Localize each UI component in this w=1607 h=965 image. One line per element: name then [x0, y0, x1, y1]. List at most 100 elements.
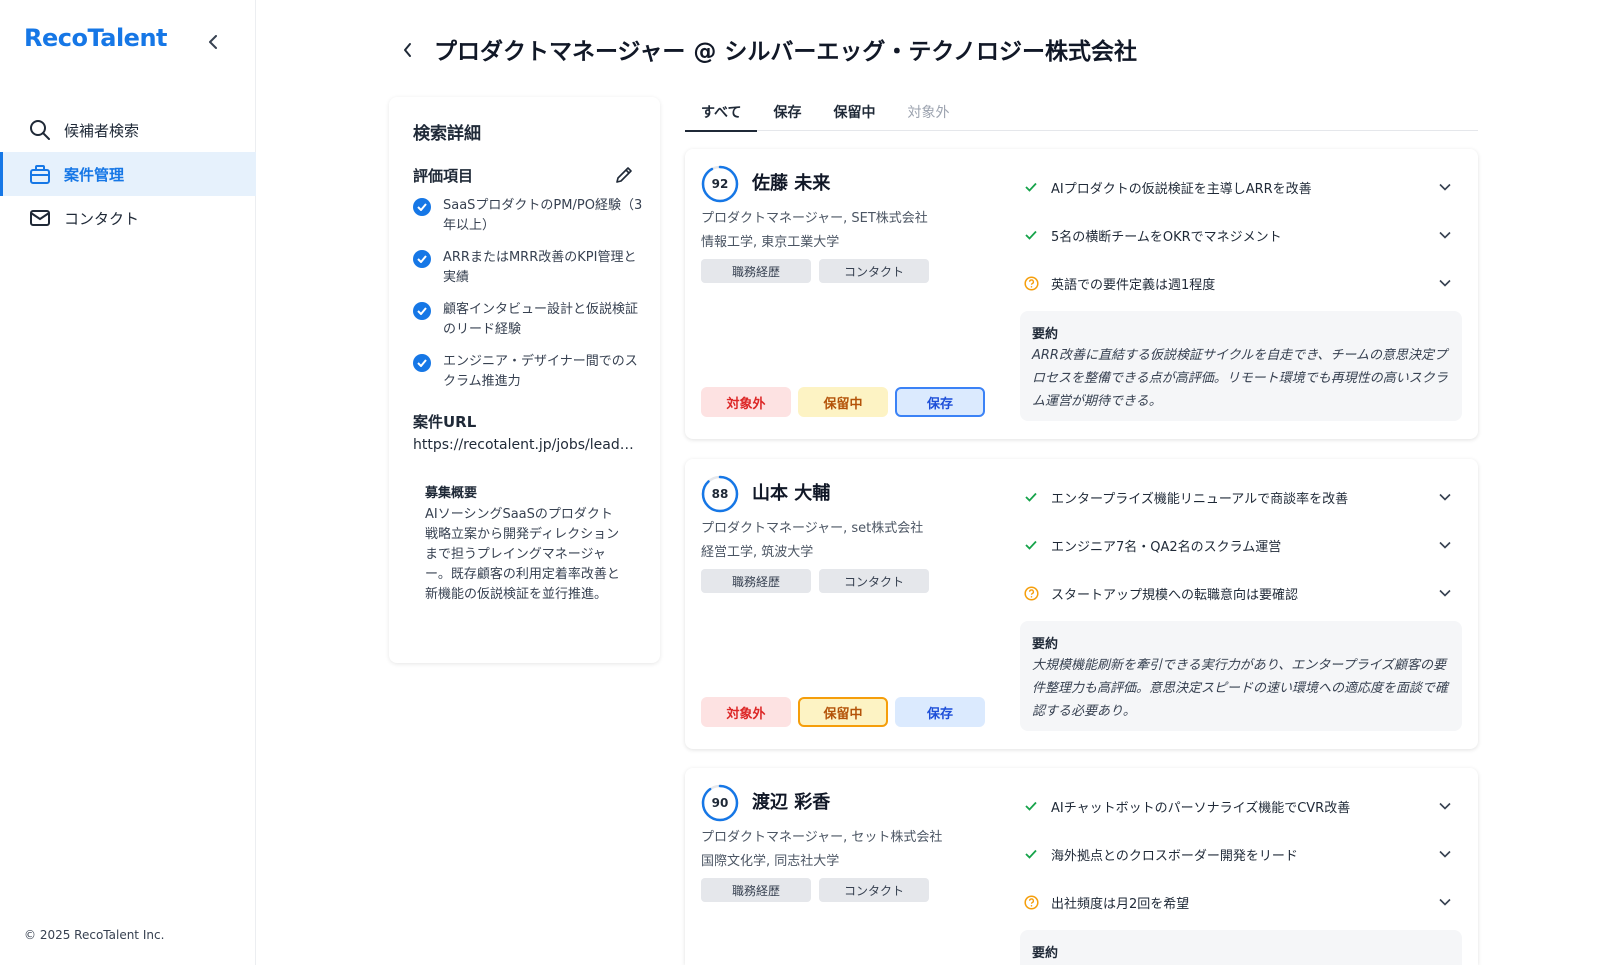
candidate-role: プロダクトマネージャー, SET株式会社	[701, 211, 928, 226]
warning-circle-icon	[1023, 275, 1039, 291]
sidebar-nav: 候補者検索 案件管理 コンタクト	[0, 108, 256, 240]
chevron-down-icon	[1437, 537, 1453, 553]
warning-circle-icon	[1023, 585, 1039, 601]
contact-chip[interactable]: コンタクト	[819, 259, 929, 283]
exclude-button[interactable]: 対象外	[701, 387, 791, 417]
candidate-summary: 要約 大規模機能刷新を牽引できる実行力があり、エンタープライズ顧客の要件整理力も…	[1020, 621, 1462, 731]
evaluation-point-text: 出社頻度は月2回を希望	[1051, 896, 1190, 912]
evaluation-point[interactable]: AIチャットボットのパーソナライズ機能でCVR改善	[1023, 782, 1453, 830]
evaluation-point[interactable]: スタートアップ規模への転職意向は要確認	[1023, 569, 1453, 617]
candidate-education: 経営工学, 筑波大学	[701, 545, 814, 560]
exclude-button[interactable]: 対象外	[701, 697, 791, 727]
score-ring: 88	[701, 475, 739, 513]
criteria-list: SaaSプロダクトのPM/PO経験（3年以上） ARRまたはMRR改善のKPI管…	[413, 196, 643, 404]
check-circle-icon	[413, 302, 431, 320]
sidebar-item-job-management[interactable]: 案件管理	[0, 152, 256, 196]
tab-on-hold[interactable]: 保留中	[817, 93, 891, 131]
sidebar-item-contact[interactable]: コンタクト	[0, 196, 256, 240]
edit-criteria-button[interactable]	[613, 164, 635, 186]
candidate-card: 92 佐藤 未来 プロダクトマネージャー, SET株式会社 情報工学, 東京工業…	[685, 149, 1478, 439]
check-icon	[1023, 179, 1039, 195]
criteria-heading: 評価項目	[413, 166, 474, 185]
chevron-down-icon	[1437, 846, 1453, 862]
chevron-down-icon	[1437, 798, 1453, 814]
sidebar-item-label: コンタクト	[64, 209, 140, 228]
evaluation-point[interactable]: AIプロダクトの仮説検証を主導しARRを改善	[1023, 163, 1453, 211]
career-chip[interactable]: 職務経歴	[701, 569, 811, 593]
criteria-item: エンジニア・デザイナー間でのスクラム推進力	[413, 352, 643, 404]
evaluation-points: AIチャットボットのパーソナライズ機能でCVR改善 海外拠点とのクロスボーダー開…	[1023, 782, 1453, 926]
chevron-left-icon	[209, 35, 217, 49]
search-detail-panel: 検索詳細 評価項目 SaaSプロダクトのPM/PO経験（3年以上） ARRまたは…	[389, 97, 660, 663]
search-icon	[28, 118, 52, 142]
score-value: 90	[711, 796, 729, 810]
evaluation-point[interactable]: 出社頻度は月2回を希望	[1023, 878, 1453, 926]
app-logo[interactable]: RecoTalent	[24, 24, 168, 52]
hold-button[interactable]: 保留中	[798, 697, 888, 727]
collapse-sidebar-button[interactable]	[202, 30, 226, 54]
detail-title: 検索詳細	[413, 124, 481, 144]
sidebar-item-candidate-search[interactable]: 候補者検索	[0, 108, 256, 152]
candidate-education: 国際文化学, 同志社大学	[701, 854, 840, 869]
recruit-summary-heading: 募集概要	[425, 486, 478, 501]
hold-button[interactable]: 保留中	[798, 387, 888, 417]
candidate-name[interactable]: 山本 大輔	[752, 479, 830, 505]
evaluation-point[interactable]: 5名の横断チームをOKRでマネジメント	[1023, 211, 1453, 259]
candidate-summary: 要約	[1020, 930, 1462, 965]
candidate-summary-text: 大規模機能刷新を牽引できる実行力があり、エンタープライズ顧客の要件整理力も高評価…	[1032, 658, 1449, 719]
tab-all[interactable]: すべて	[685, 93, 758, 132]
save-button[interactable]: 保存	[895, 697, 985, 727]
evaluation-points: AIプロダクトの仮説検証を主導しARRを改善 5名の横断チームをOKRでマネジメ…	[1023, 163, 1453, 307]
evaluation-point[interactable]: 英語での要件定義は週1程度	[1023, 259, 1453, 307]
criteria-text: エンジニア・デザイナー間でのスクラム推進力	[443, 354, 638, 389]
candidate-card: 88 山本 大輔 プロダクトマネージャー, set株式会社 経営工学, 筑波大学…	[685, 459, 1478, 749]
candidate-summary-heading: 要約	[1032, 327, 1059, 342]
chevron-down-icon	[1437, 894, 1453, 910]
check-circle-icon	[413, 198, 431, 216]
mail-icon	[28, 206, 52, 230]
filter-tabs: すべて 保存 保留中 対象外	[685, 93, 1478, 132]
check-circle-icon	[413, 250, 431, 268]
career-chip[interactable]: 職務経歴	[701, 259, 811, 283]
url-heading: 案件URL	[413, 413, 477, 431]
evaluation-point-text: スタートアップ規模への転職意向は要確認	[1051, 587, 1299, 603]
pencil-icon	[616, 167, 632, 183]
evaluation-point-text: 5名の横断チームをOKRでマネジメント	[1051, 229, 1282, 245]
tab-saved[interactable]: 保存	[757, 93, 817, 131]
score-ring: 90	[701, 784, 739, 822]
criteria-text: ARRまたはMRR改善のKPI管理と実績	[443, 250, 637, 285]
back-button[interactable]	[396, 38, 420, 62]
candidate-name[interactable]: 渡辺 彩香	[752, 788, 830, 814]
criteria-item: SaaSプロダクトのPM/PO経験（3年以上）	[413, 196, 643, 248]
evaluation-point-text: エンタープライズ機能リニューアルで商談率を改善	[1051, 491, 1349, 507]
candidate-summary-text: ARR改善に直結する仮説検証サイクルを自走でき、チームの意思決定プロセスを整備で…	[1032, 348, 1448, 409]
criteria-text: 顧客インタビュー設計と仮説検証のリード経験	[443, 302, 639, 337]
criteria-item: 顧客インタビュー設計と仮説検証のリード経験	[413, 300, 643, 352]
warning-circle-icon	[1023, 894, 1039, 910]
candidate-name[interactable]: 佐藤 未来	[752, 169, 830, 195]
evaluation-point-text: 英語での要件定義は週1程度	[1051, 277, 1216, 293]
candidate-education: 情報工学, 東京工業大学	[701, 235, 840, 250]
evaluation-point[interactable]: 海外拠点とのクロスボーダー開発をリード	[1023, 830, 1453, 878]
recruit-summary: 募集概要 AIソーシングSaaSのプロダクト戦略立案から開発ディレクションまで担…	[425, 482, 625, 605]
evaluation-point[interactable]: エンジニア7名・QA2名のスクラム運営	[1023, 521, 1453, 569]
criteria-item: ARRまたはMRR改善のKPI管理と実績	[413, 248, 643, 300]
chevron-down-icon	[1437, 489, 1453, 505]
save-button[interactable]: 保存	[895, 387, 985, 417]
tab-excluded[interactable]: 対象外	[891, 93, 965, 131]
chevron-down-icon	[1437, 585, 1453, 601]
evaluation-point[interactable]: エンタープライズ機能リニューアルで商談率を改善	[1023, 473, 1453, 521]
candidate-summary: 要約 ARR改善に直結する仮説検証サイクルを自走でき、チームの意思決定プロセスを…	[1020, 311, 1462, 421]
evaluation-point-text: エンジニア7名・QA2名のスクラム運営	[1051, 539, 1282, 555]
check-icon	[1023, 489, 1039, 505]
check-icon	[1023, 227, 1039, 243]
sidebar-item-label: 案件管理	[64, 165, 125, 184]
career-chip[interactable]: 職務経歴	[701, 878, 811, 902]
candidate-role: プロダクトマネージャー, セット株式会社	[701, 830, 943, 845]
evaluation-point-text: 海外拠点とのクロスボーダー開発をリード	[1051, 848, 1298, 864]
job-url-link[interactable]: https://recotalent.jp/jobs/lead-pm-silve…	[413, 437, 635, 453]
contact-chip[interactable]: コンタクト	[819, 569, 929, 593]
check-icon	[1023, 798, 1039, 814]
criteria-text: SaaSプロダクトのPM/PO経験（3年以上）	[443, 198, 643, 233]
contact-chip[interactable]: コンタクト	[819, 878, 929, 902]
